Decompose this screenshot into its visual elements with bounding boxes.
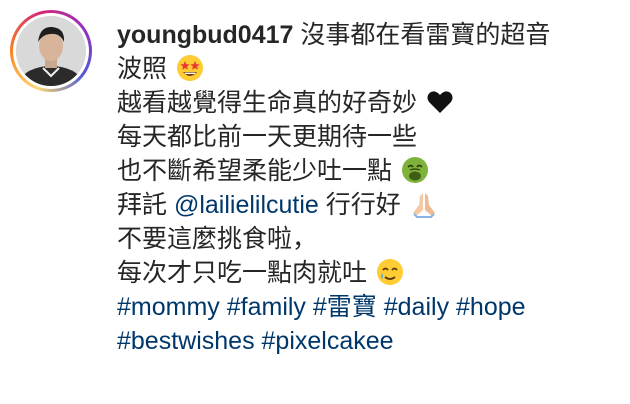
caption-text: 行行好	[318, 191, 401, 219]
caption-text: 每天都比前一天更期待一些	[117, 123, 418, 151]
caption-line-8: 每次才只吃一點肉就吐	[117, 256, 622, 290]
caption-text: 沒事都在看雷寶的超音	[293, 21, 551, 49]
black-heart-icon	[427, 91, 453, 113]
hashtag-link[interactable]: #mommy	[117, 293, 220, 321]
avatar-photo	[16, 16, 86, 86]
caption-text: 也不斷希望柔能少吐一點	[117, 157, 393, 185]
caption-line-7: 不要這麼挑食啦，	[117, 222, 622, 256]
hashtag-link[interactable]: #hope	[456, 293, 526, 321]
avatar[interactable]	[16, 16, 86, 86]
caption-text: 不要這麼挑食啦，	[117, 225, 318, 253]
star-struck-icon	[176, 55, 203, 81]
caption-text: 每次才只吃一點肉就吐	[117, 259, 368, 287]
hashtag-link[interactable]: #雷寶	[313, 293, 377, 321]
smiling-tear-icon	[376, 259, 403, 285]
username-link[interactable]: youngbud0417	[117, 21, 293, 49]
folded-hands-icon	[412, 193, 435, 218]
caption-text: 拜託	[117, 191, 174, 219]
caption-line-3: 越看越覺得生命真的好奇妙	[117, 86, 622, 120]
hashtag-link[interactable]: #bestwishes	[117, 327, 255, 355]
hashtag-link[interactable]: #family	[227, 293, 306, 321]
caption-text: 越看越覺得生命真的好奇妙	[117, 89, 418, 117]
post-caption: youngbud0417 沒事都在看雷寶的超音 波照 越看越覺得生命真的好奇妙 …	[117, 18, 622, 358]
hashtag-line-1: #mommy #family #雷寶 #daily #hope	[117, 290, 622, 324]
caption-line-2: 波照	[117, 52, 622, 86]
caption-text: 波照	[117, 55, 168, 83]
mention-link[interactable]: @lailielilcutie	[174, 191, 319, 219]
caption-line-4: 每天都比前一天更期待一些	[117, 120, 622, 154]
nauseated-face-icon	[401, 157, 428, 183]
avatar-border	[13, 13, 89, 89]
caption-line-6: 拜託 @lailielilcutie 行行好	[117, 188, 622, 222]
hashtag-link[interactable]: #daily	[384, 293, 449, 321]
hashtag-line-2: #bestwishes #pixelcakee	[117, 324, 622, 358]
hashtag-link[interactable]: #pixelcakee	[262, 327, 394, 355]
caption-line-1: youngbud0417 沒事都在看雷寶的超音	[117, 18, 622, 52]
avatar-ring[interactable]	[10, 10, 92, 92]
caption-line-5: 也不斷希望柔能少吐一點	[117, 154, 622, 188]
